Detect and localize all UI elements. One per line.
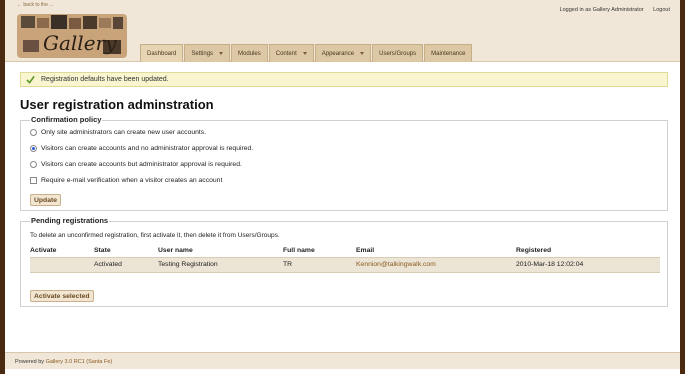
radio-button[interactable]: [30, 129, 37, 136]
registered-cell: 2010-Mar-18 12:02:04: [516, 256, 660, 273]
nav-label: Settings: [191, 50, 214, 57]
column-header-user-name: User name: [158, 246, 193, 254]
radio-button[interactable]: [30, 161, 37, 168]
check-icon: [26, 75, 35, 84]
email-cell: Kennion@talkingwalk.com: [356, 256, 516, 273]
email-verification-checkbox[interactable]: [30, 177, 37, 184]
user-bar: Logged in as Gallery Administrator Logou…: [560, 7, 670, 13]
registrations-table: Activate State User name Full name Email…: [30, 244, 660, 273]
status-message: Registration defaults have been updated.: [20, 72, 668, 87]
pending-legend: Pending registrations: [30, 216, 110, 225]
update-button[interactable]: Update: [30, 194, 62, 206]
footer-prefix: Powered by: [15, 359, 45, 365]
chevron-down-icon: [360, 52, 365, 55]
nav-label: Dashboard: [147, 50, 177, 57]
logged-in-label: Logged in as: [559, 7, 592, 13]
radio-button-selected[interactable]: [30, 145, 37, 152]
confirmation-policy-fieldset: Confirmation policy Only site administra…: [20, 115, 668, 211]
page-title: User registration adminstration: [20, 97, 214, 112]
pending-registrations-fieldset: Pending registrations To delete an uncon…: [20, 216, 668, 307]
option-label: Visitors can create accounts and no admi…: [41, 145, 254, 152]
policy-option-admin-approval[interactable]: Visitors can create accounts but adminis…: [30, 161, 242, 168]
chevron-down-icon: [302, 52, 307, 55]
nav-settings[interactable]: Settings: [184, 44, 231, 62]
option-label: Require e-mail verification when a visit…: [41, 177, 223, 184]
user-name-link[interactable]: Gallery Administrator: [593, 7, 644, 13]
option-label: Visitors can create accounts but adminis…: [41, 161, 242, 168]
email-verification-option[interactable]: Require e-mail verification when a visit…: [30, 177, 222, 184]
activate-selected-button[interactable]: Activate selected: [30, 290, 94, 302]
header: ← back to the ... Gallery Logged in as G…: [5, 0, 680, 62]
full-name-cell: TR: [283, 256, 356, 273]
svg-text:Gallery: Gallery: [43, 31, 117, 55]
column-header-full-name: Full name: [283, 246, 315, 254]
nav-content[interactable]: Content: [268, 44, 314, 62]
gallery-version-link[interactable]: Gallery 3.0 RC1 (Santa Fe): [46, 359, 113, 365]
nav-label: Maintenance: [431, 50, 466, 57]
nav-modules[interactable]: Modules: [231, 44, 268, 62]
nav-label: Content: [275, 50, 297, 57]
status-text: Registration defaults have been updated.: [41, 76, 169, 83]
column-header-email: Email: [356, 246, 375, 254]
confirmation-legend: Confirmation policy: [30, 115, 103, 124]
chevron-down-icon: [219, 52, 224, 55]
nav-maintenance[interactable]: Maintenance: [424, 44, 473, 62]
footer: Powered by Gallery 3.0 RC1 (Santa Fe): [5, 352, 680, 369]
policy-option-no-approval[interactable]: Visitors can create accounts and no admi…: [30, 145, 253, 152]
nav-label: Modules: [238, 50, 261, 57]
nav-label: Users/Groups: [379, 50, 417, 57]
column-header-activate: Activate: [30, 246, 57, 254]
gallery-logo[interactable]: Gallery: [17, 10, 127, 60]
nav-label: Appearance: [321, 50, 355, 57]
activate-cell: [30, 256, 94, 273]
policy-option-admin-only[interactable]: Only site administrators can create new …: [30, 129, 206, 136]
email-link[interactable]: Kennion@talkingwalk.com: [356, 261, 436, 268]
column-header-registered: Registered: [516, 246, 552, 254]
nav-dashboard[interactable]: Dashboard: [140, 44, 184, 62]
table-header-row: Activate State User name Full name Email…: [30, 244, 660, 257]
admin-nav: Dashboard Settings Modules Content Appea…: [140, 44, 473, 62]
logout-link[interactable]: Logout: [653, 7, 670, 13]
column-header-state: State: [94, 246, 111, 254]
user-name-cell: Testing Registration: [158, 256, 283, 273]
back-link[interactable]: ← back to the ...: [17, 2, 53, 8]
table-row: Activated Testing Registration TR Kennio…: [30, 256, 660, 273]
pending-description: To delete an unconfirmed registration, f…: [30, 232, 280, 239]
page-frame: ← back to the ... Gallery Logged in as G…: [5, 0, 680, 374]
main-content: Registration defaults have been updated.…: [20, 72, 668, 307]
option-label: Only site administrators can create new …: [41, 129, 207, 136]
nav-users-groups[interactable]: Users/Groups: [372, 44, 424, 62]
state-cell: Activated: [94, 256, 158, 273]
nav-appearance[interactable]: Appearance: [314, 44, 372, 62]
